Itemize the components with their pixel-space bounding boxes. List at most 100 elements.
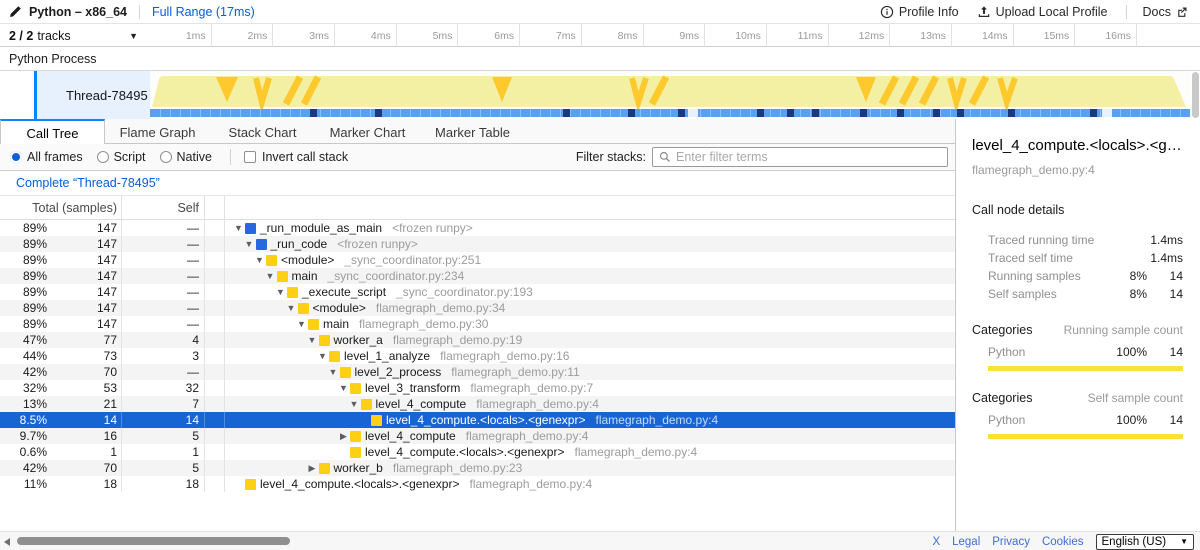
expander-open-icon[interactable]: ▼ xyxy=(348,399,361,409)
footer-link-legal[interactable]: Legal xyxy=(952,536,980,548)
upload-profile-button[interactable]: Upload Local Profile xyxy=(977,5,1108,19)
row-icons-cell xyxy=(205,396,225,412)
thread-activity-graph[interactable] xyxy=(150,71,1190,119)
table-row[interactable]: 9.7%165▶level_4_computeflamegraph_demo.p… xyxy=(0,428,955,444)
sample-strip-cell-line xyxy=(620,109,621,117)
sample-strip-cell-line xyxy=(500,109,501,117)
radio-icon[interactable] xyxy=(10,151,22,163)
tab-call-tree[interactable]: Call Tree xyxy=(0,119,105,145)
expander-open-icon[interactable]: ▼ xyxy=(306,335,319,345)
sample-strip-cell-line xyxy=(210,109,211,117)
category-square-icon xyxy=(371,415,382,426)
row-icons-cell xyxy=(205,460,225,476)
row-total-percent: 89% xyxy=(0,285,47,299)
tab-flame-graph[interactable]: Flame Graph xyxy=(105,119,210,144)
table-row[interactable]: 42%70—▼level_2_processflamegraph_demo.py… xyxy=(0,364,955,380)
table-row[interactable]: 47%774▼worker_aflamegraph_demo.py:19 xyxy=(0,332,955,348)
footer-link-x[interactable]: X xyxy=(932,536,940,548)
tracks-dropdown[interactable]: 2 / 2 tracks ▼ xyxy=(0,24,150,47)
ruler-tick-label: 5ms xyxy=(433,30,453,42)
column-header-self[interactable]: Self xyxy=(122,196,205,219)
radio-option-script[interactable]: Script xyxy=(87,150,146,164)
table-row[interactable]: 32%5332▼level_3_transformflamegraph_demo… xyxy=(0,380,955,396)
row-total-samples: 77 xyxy=(47,332,122,348)
tab-marker-table[interactable]: Marker Table xyxy=(420,119,525,144)
expander-open-icon[interactable]: ▼ xyxy=(264,271,277,281)
expander-open-icon[interactable]: ▼ xyxy=(243,239,256,249)
invert-callstack-checkbox[interactable] xyxy=(244,151,256,163)
profile-name[interactable]: Python – x86_64 xyxy=(29,5,127,19)
ruler-tick: 5ms xyxy=(397,24,459,47)
expander-open-icon[interactable]: ▼ xyxy=(253,255,266,265)
function-name: level_4_compute.<locals>.<genexpr> xyxy=(386,413,585,427)
row-total-percent: 44% xyxy=(0,349,47,363)
horizontal-scrollbar-thumb[interactable] xyxy=(17,537,290,545)
row-self-samples: — xyxy=(122,300,205,316)
table-row[interactable]: 0.6%11level_4_compute.<locals>.<genexpr>… xyxy=(0,444,955,460)
table-row[interactable]: 89%147—▼_run_code<frozen runpy> xyxy=(0,236,955,252)
filter-stacks-input[interactable] xyxy=(676,150,941,164)
table-row[interactable]: 11%1818level_4_compute.<locals>.<genexpr… xyxy=(0,476,955,492)
expander-open-icon[interactable]: ▼ xyxy=(327,367,340,377)
row-self-samples: — xyxy=(122,316,205,332)
expander-open-icon[interactable]: ▼ xyxy=(316,351,329,361)
ruler-tick-label: 11ms xyxy=(798,30,823,42)
radio-option-all-frames[interactable]: All frames xyxy=(0,150,83,164)
full-range-button[interactable]: Full Range (17ms) xyxy=(152,5,255,19)
column-header-total[interactable]: Total (samples) xyxy=(0,196,122,219)
sample-strip-marker xyxy=(957,109,964,117)
category-square-icon xyxy=(350,383,361,394)
expander-open-icon[interactable]: ▼ xyxy=(337,383,350,393)
sidebar-categories-header: CategoriesSelf sample count xyxy=(972,391,1183,405)
table-row[interactable]: 89%147—▼_execute_script_sync_coordinator… xyxy=(0,284,955,300)
external-link-icon xyxy=(1176,6,1188,18)
profile-info-button[interactable]: Profile Info xyxy=(880,5,959,19)
radio-option-native[interactable]: Native xyxy=(150,150,212,164)
footer-link-privacy[interactable]: Privacy xyxy=(992,536,1030,548)
function-name: level_4_compute.<locals>.<genexpr> xyxy=(260,477,459,491)
sample-strip-cell-line xyxy=(550,109,551,117)
expander-open-icon[interactable]: ▼ xyxy=(295,319,308,329)
expander-closed-icon[interactable]: ▶ xyxy=(306,463,319,474)
thread-track-label[interactable]: Thread-78495 xyxy=(34,71,150,119)
thread-track[interactable]: Thread-78495 xyxy=(0,71,1200,119)
table-row[interactable]: 13%217▼level_4_computeflamegraph_demo.py… xyxy=(0,396,955,412)
sample-strip-cell-line xyxy=(240,109,241,117)
category-square-icon xyxy=(319,463,330,474)
breadcrumb-root-link[interactable]: Complete “Thread-78495” xyxy=(16,176,160,190)
table-row[interactable]: 89%147—▼_run_module_as_main<frozen runpy… xyxy=(0,220,955,236)
table-row[interactable]: 89%147—▼<module>flamegraph_demo.py:34 xyxy=(0,300,955,316)
expander-open-icon[interactable]: ▼ xyxy=(232,223,245,233)
language-select[interactable]: English (US)▼ xyxy=(1096,534,1194,550)
scroll-left-arrow-icon[interactable] xyxy=(4,538,10,546)
sample-strip-cell-line xyxy=(820,109,821,117)
chevron-down-icon: ▼ xyxy=(129,31,138,41)
process-track-header[interactable]: Python Process xyxy=(0,47,1200,71)
radio-icon[interactable] xyxy=(97,151,109,163)
table-row[interactable]: 89%147—▼<module>_sync_coordinator.py:251 xyxy=(0,252,955,268)
edit-pencil-icon[interactable] xyxy=(9,5,22,18)
expander-open-icon[interactable]: ▼ xyxy=(285,303,298,313)
tracks-vertical-scrollbar[interactable] xyxy=(1192,72,1199,118)
expander-open-icon[interactable]: ▼ xyxy=(274,287,287,297)
row-self-samples: 7 xyxy=(122,396,205,412)
tab-stack-chart[interactable]: Stack Chart xyxy=(210,119,315,144)
sample-strip-cell-line xyxy=(280,109,281,117)
table-row[interactable]: 89%147—▼main_sync_coordinator.py:234 xyxy=(0,268,955,284)
radio-icon[interactable] xyxy=(160,151,172,163)
tab-marker-chart[interactable]: Marker Chart xyxy=(315,119,420,144)
category-square-icon xyxy=(245,223,256,234)
docs-link[interactable]: Docs xyxy=(1143,5,1188,19)
sample-strip-cell-line xyxy=(340,109,341,117)
footer-link-cookies[interactable]: Cookies xyxy=(1042,536,1084,548)
filter-input-box[interactable] xyxy=(652,147,948,167)
table-row[interactable]: 42%705▶worker_bflamegraph_demo.py:23 xyxy=(0,460,955,476)
function-file: flamegraph_demo.py:30 xyxy=(359,317,488,331)
table-row[interactable]: 8.5%1414level_4_compute.<locals>.<genexp… xyxy=(0,412,955,428)
table-row[interactable]: 89%147—▼mainflamegraph_demo.py:30 xyxy=(0,316,955,332)
function-file: <frozen runpy> xyxy=(392,221,473,235)
row-icons-cell xyxy=(205,428,225,444)
sample-strip-cell-line xyxy=(170,109,171,117)
expander-closed-icon[interactable]: ▶ xyxy=(337,431,350,442)
table-row[interactable]: 44%733▼level_1_analyzeflamegraph_demo.py… xyxy=(0,348,955,364)
